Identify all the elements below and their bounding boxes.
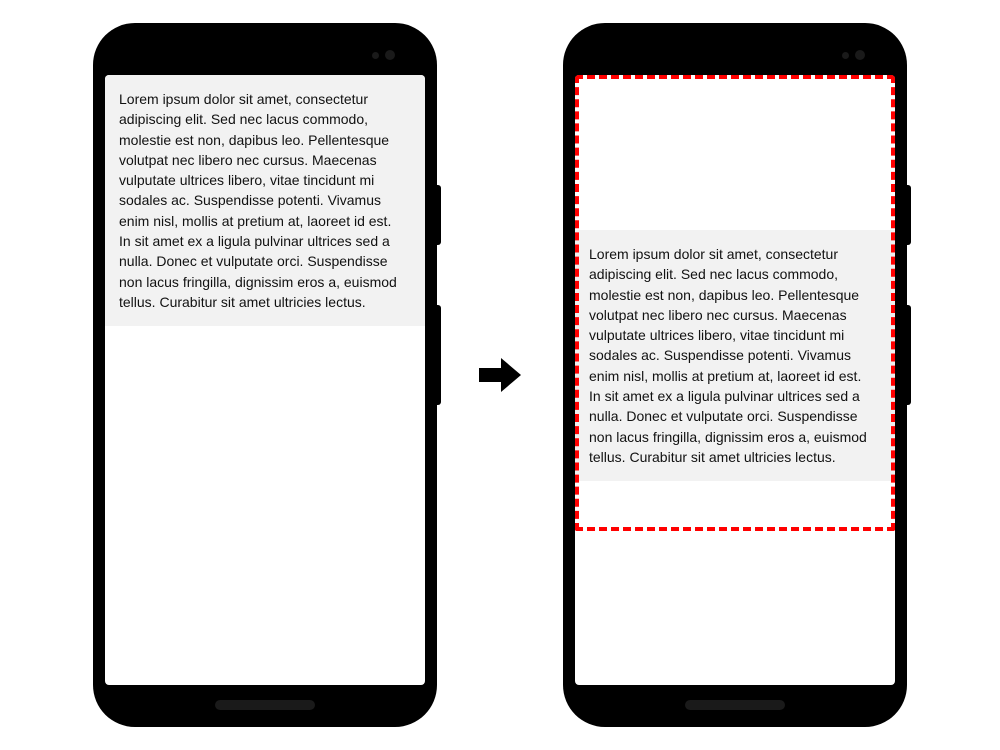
phone-top-bar xyxy=(575,35,895,75)
sensor-icon xyxy=(842,52,849,59)
phone-top-bar xyxy=(105,35,425,75)
speaker-icon xyxy=(685,700,785,710)
phone-screen-before: Lorem ipsum dolor sit amet, consectetur … xyxy=(105,75,425,685)
phone-screen-after: Lorem ipsum dolor sit amet, consectetur … xyxy=(575,75,895,685)
content-text-block: Lorem ipsum dolor sit amet, consectetur … xyxy=(105,75,425,326)
phone-mockup-before: Lorem ipsum dolor sit amet, consectetur … xyxy=(95,25,435,725)
phone-mockup-after: Lorem ipsum dolor sit amet, consectetur … xyxy=(565,25,905,725)
phone-bottom-bar xyxy=(105,685,425,725)
camera-icon xyxy=(385,50,395,60)
phone-bottom-bar xyxy=(575,685,895,725)
sensor-icon xyxy=(372,52,379,59)
speaker-icon xyxy=(215,700,315,710)
arrow-right-icon xyxy=(475,350,525,400)
content-text-block: Lorem ipsum dolor sit amet, consectetur … xyxy=(575,230,895,481)
camera-icon xyxy=(855,50,865,60)
